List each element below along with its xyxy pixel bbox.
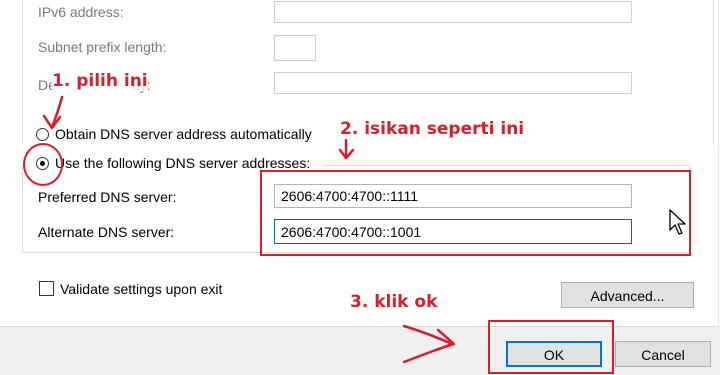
advanced-button[interactable]: Advanced... [561, 282, 694, 308]
validate-settings-checkbox[interactable] [39, 281, 54, 296]
obtain-dns-auto-label[interactable]: Obtain DNS server address automatically [55, 126, 312, 142]
annotation-step-2: 2. isikan seperti ini [340, 119, 525, 139]
subnet-prefix-label: Subnet prefix length: [38, 39, 167, 55]
ipv6-address-label: IPv6 address: [38, 4, 124, 20]
obtain-dns-auto-radio[interactable] [36, 128, 49, 141]
alternate-dns-label: Alternate DNS server: [38, 224, 175, 240]
ipv6-address-field[interactable] [274, 1, 632, 23]
highlight-circle-radio [23, 143, 63, 186]
subnet-prefix-field[interactable] [274, 35, 316, 61]
annotation-step-1: 1. pilih ini [52, 71, 148, 91]
highlight-box-dns-fields [260, 170, 691, 256]
dns-group-top-border [322, 165, 690, 166]
default-gateway-input[interactable] [275, 73, 631, 93]
ipv6-address-input[interactable] [275, 2, 631, 22]
dialog-panel: IPv6 address: Subnet prefix length: De a… [0, 0, 719, 326]
mouse-cursor-icon [669, 209, 686, 235]
annotation-step-3: 3. klik ok [350, 292, 438, 312]
validate-settings-label[interactable]: Validate settings upon exit [60, 281, 222, 297]
cancel-button[interactable]: Cancel [615, 341, 711, 367]
subnet-prefix-input[interactable] [275, 36, 315, 60]
preferred-dns-label: Preferred DNS server: [38, 189, 177, 205]
default-gateway-field[interactable] [274, 72, 632, 94]
highlight-box-ok [488, 320, 614, 374]
